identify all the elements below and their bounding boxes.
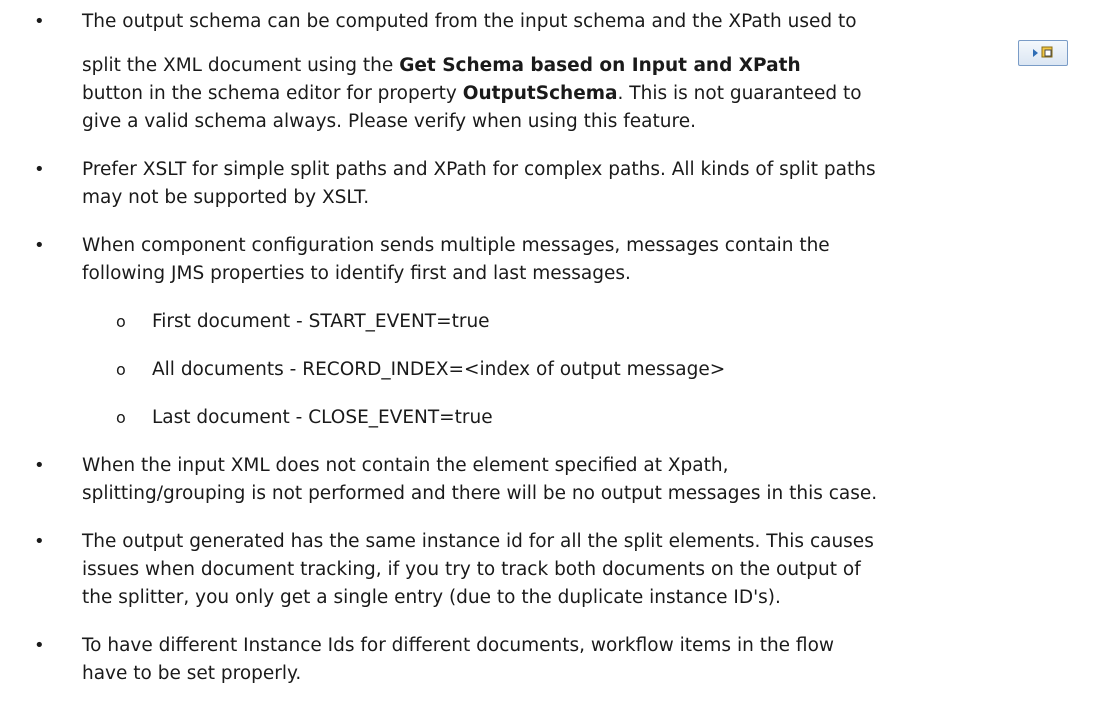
button-name-bold: Get Schema based on Input and XPath bbox=[399, 55, 801, 76]
list-item: The output generated has the same instan… bbox=[82, 528, 1087, 556]
list-item: When the input XML does not contain the … bbox=[82, 452, 1087, 480]
bullet-marker: • bbox=[34, 635, 45, 656]
list-item-continuation: split the XML document using the Get Sch… bbox=[82, 52, 1087, 80]
list-item: The output schema can be computed from t… bbox=[82, 8, 1087, 36]
list-item-continuation: may not be supported by XSLT. bbox=[82, 184, 1087, 212]
list-item: When component configuration sends multi… bbox=[82, 232, 1087, 260]
bullet-text: Prefer XSLT for simple split paths and X… bbox=[82, 159, 876, 180]
sub-bullet-marker: o bbox=[116, 312, 126, 331]
bullet-text: issues when document tracking, if you tr… bbox=[82, 559, 861, 580]
bullet-text: following JMS properties to identify fir… bbox=[82, 263, 631, 284]
bullet-text: The output schema can be computed from t… bbox=[82, 11, 857, 32]
bullet-marker: • bbox=[34, 531, 45, 552]
property-name-bold: OutputSchema bbox=[462, 83, 618, 104]
sub-list-item: Last document - CLOSE_EVENT=true bbox=[152, 407, 493, 428]
get-schema-button[interactable] bbox=[1018, 40, 1068, 66]
bullet-text: splitting/grouping is not performed and … bbox=[82, 483, 878, 504]
bullet-marker: • bbox=[34, 159, 45, 180]
list-item-continuation: button in the schema editor for property… bbox=[82, 80, 1087, 108]
bullet-marker: • bbox=[34, 455, 45, 476]
bullet-text: To have different Instance Ids for diffe… bbox=[82, 635, 835, 656]
bullet-text: The output generated has the same instan… bbox=[82, 531, 874, 552]
bullet-text: . This is not guaranteed to bbox=[617, 83, 862, 104]
list-item-continuation: following JMS properties to identify fir… bbox=[82, 260, 1087, 288]
bullet-marker: • bbox=[34, 235, 45, 256]
sub-list-item: First document - START_EVENT=true bbox=[152, 311, 490, 332]
list-item-continuation: splitting/grouping is not performed and … bbox=[82, 480, 1087, 508]
play-schema-icon bbox=[1033, 46, 1053, 58]
bullet-text: have to be set properly. bbox=[82, 663, 302, 684]
bullet-text: When the input XML does not contain the … bbox=[82, 455, 729, 476]
sub-list-item: All documents - RECORD_INDEX=<index of o… bbox=[152, 359, 726, 380]
sub-bullet-marker: o bbox=[116, 360, 126, 379]
bullet-text: may not be supported by XSLT. bbox=[82, 187, 370, 208]
bullet-text: button in the schema editor for property bbox=[82, 83, 463, 104]
bullet-text: When component configuration sends multi… bbox=[82, 235, 830, 256]
list-item-continuation: the splitter, you only get a single entr… bbox=[82, 584, 1087, 612]
bullet-text: the splitter, you only get a single entr… bbox=[82, 587, 781, 608]
list-item-continuation: issues when document tracking, if you tr… bbox=[82, 556, 1087, 584]
bullet-text: split the XML document using the bbox=[82, 55, 400, 76]
list-item: To have different Instance Ids for diffe… bbox=[82, 632, 1087, 660]
bullet-text: give a valid schema always. Please verif… bbox=[82, 111, 696, 132]
sub-bullet-marker: o bbox=[116, 408, 126, 427]
bullet-marker: • bbox=[34, 11, 45, 32]
list-item-continuation: have to be set properly. bbox=[82, 660, 1087, 688]
list-item-continuation: give a valid schema always. Please verif… bbox=[82, 108, 1087, 136]
list-item: Prefer XSLT for simple split paths and X… bbox=[82, 156, 1087, 184]
